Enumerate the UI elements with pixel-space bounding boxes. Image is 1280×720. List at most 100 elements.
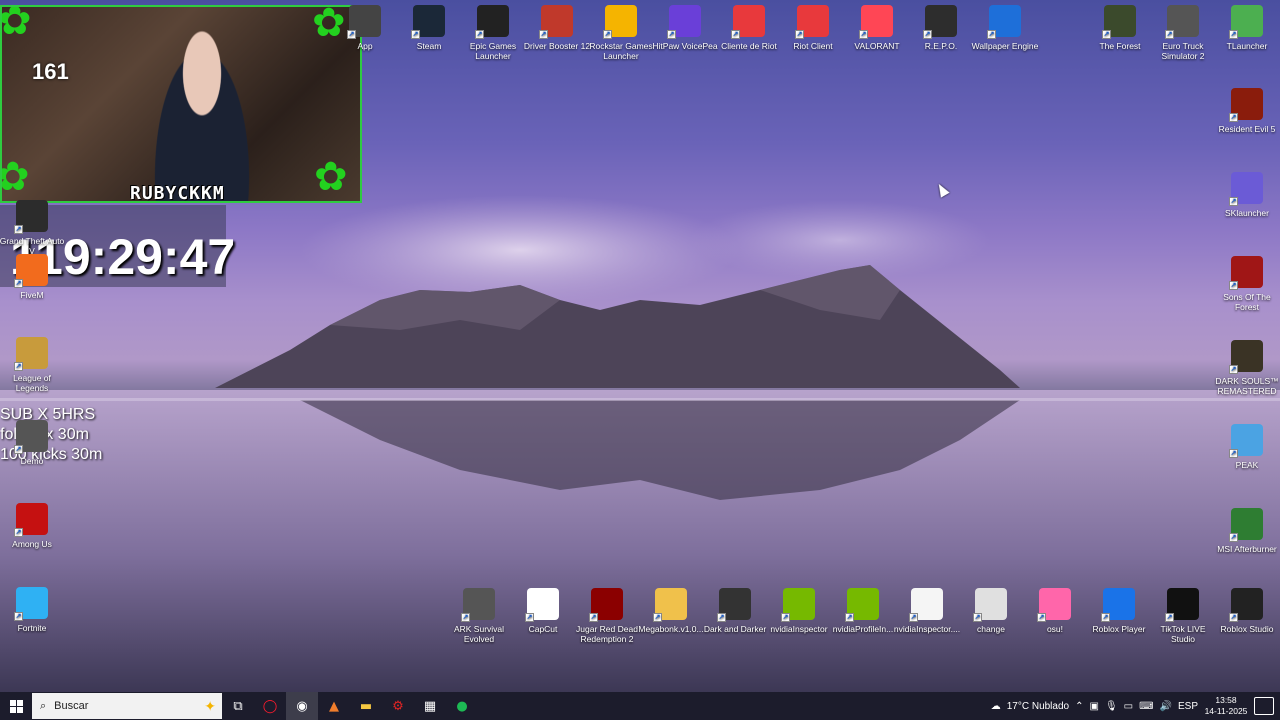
shortcut-arrow-icon: ↗ [525,613,534,622]
desktop-shortcut-label: League of Legends [13,373,51,393]
desktop-shortcut[interactable]: ↗ Wallpaper Engine [970,5,1040,51]
valorant-icon: ↗ [859,5,893,39]
desktop-shortcut[interactable]: ↗ The Forest [1085,5,1155,51]
taskbar-app-store[interactable]: ▦ [414,692,446,720]
desktop-shortcut-label: Rockstar Games Launcher [589,41,653,61]
shortcut-arrow-icon: ↗ [14,445,23,454]
desktop-shortcut-label: Resident Evil 5 [1218,124,1276,134]
app-icon: ▲ [329,698,339,714]
desktop-shortcut[interactable]: ↗ FiveM [0,254,67,300]
task-view-button[interactable]: ⧉ [222,692,254,720]
desktop-shortcut-label: nvidiaInspector [770,624,828,634]
microphone-icon[interactable]: 🎙 [1105,701,1118,712]
desktop-shortcut[interactable]: ↗ Sons Of The Forest [1212,256,1280,312]
shortcut-arrow-icon: ↗ [411,30,420,39]
network-icon[interactable]: ⌨ [1139,701,1153,712]
desktop-shortcut[interactable]: ↗ Steam [394,5,464,51]
desktop-shortcut[interactable]: ↗ Among Us [0,503,67,549]
desktop-shortcut-label: Roblox Studio [1220,624,1274,634]
taskbar-app-generic[interactable]: ▲ [318,692,350,720]
darksouls-icon: ↗ [1229,340,1263,374]
notification-center-icon[interactable] [1254,697,1274,715]
desktop-shortcut-label: Euro Truck Simulator 2 [1161,41,1205,61]
shortcut-arrow-icon: ↗ [781,613,790,622]
desktop-shortcut-label: TikTok LIVE Studio [1160,624,1206,644]
desktop-shortcut[interactable]: ↗ PEAK [1212,424,1280,470]
shortcut-arrow-icon: ↗ [923,30,932,39]
desktop-shortcut[interactable]: ↗ Roblox Player [1084,588,1154,634]
desktop-shortcut[interactable]: ↗ CapCut [508,588,578,634]
desktop-shortcut[interactable]: ↗ DARK SOULS™ REMASTERED [1212,340,1280,396]
app-icon: ↗ [347,5,381,39]
desktop-shortcut[interactable]: ↗ TLauncher [1212,5,1280,51]
tray-app-icon[interactable]: ▣ [1089,701,1098,712]
shortcut-arrow-icon: ↗ [1229,533,1238,542]
desktop-shortcut[interactable]: ↗ Roblox Studio [1212,588,1280,634]
desktop-shortcut[interactable]: ↗ nvidiaProfileIn... [828,588,898,634]
desktop-shortcut[interactable]: ↗ ARK Survival Evolved [444,588,514,644]
desktop-shortcut[interactable]: ↗ Riot Client [778,5,848,51]
file-icon: ↗ [909,588,943,622]
taskbar-search[interactable]: ⌕ Buscar ✦ [32,693,222,719]
desktop-shortcut[interactable]: ↗ nvidiaInspector.... [892,588,962,634]
desktop-shortcut[interactable]: ↗ change [956,588,1026,634]
desktop-shortcut[interactable]: ↗ Demo [0,420,67,466]
start-button[interactable] [0,692,32,720]
taskbar-app-file-explorer[interactable]: ▬ [350,692,382,720]
desktop-shortcut[interactable]: ↗ Megabonk.v1.0... [636,588,706,634]
shortcut-arrow-icon: ↗ [1229,30,1238,39]
volume-icon[interactable]: 🔊 [1160,701,1172,712]
shortcut-arrow-icon: ↗ [653,613,662,622]
shortcut-arrow-icon: ↗ [795,30,804,39]
display-icon[interactable]: ▭ [1124,701,1133,712]
desktop-shortcut[interactable]: ↗ HitPaw VoicePea [650,5,720,51]
opera-icon: ◯ [262,698,278,714]
desktop-shortcut[interactable]: ↗ Jugar Red Dead Redemption 2 [572,588,642,644]
clock-date: 14-11-2025 [1204,706,1248,716]
tray-overflow-icon[interactable]: ⌃ [1075,701,1083,712]
desktop-shortcut[interactable]: ↗ App [330,5,400,51]
taskbar-app-spotify[interactable]: ● [446,692,478,720]
cannabis-leaf-icon: ✿ [2,157,30,197]
cannabis-leaf-icon: ✿ [0,5,32,44]
shortcut-arrow-icon: ↗ [1229,197,1238,206]
desktop-shortcut[interactable]: ↗ SKlauncher [1212,172,1280,218]
desktop-shortcut[interactable]: ↗ TikTok LIVE Studio [1148,588,1218,644]
desktop-shortcut[interactable]: ↗ Epic Games Launcher [458,5,528,61]
epic-icon: ↗ [475,5,509,39]
language-indicator[interactable]: ESP [1178,701,1198,712]
capcut-icon: ↗ [525,588,559,622]
shortcut-arrow-icon: ↗ [845,613,854,622]
desktop-shortcut[interactable]: ↗ Driver Booster 12 [522,5,592,51]
desktop-shortcut[interactable]: ↗ MSI Afterburner [1212,508,1280,554]
desktop-shortcut-label: VALORANT [854,41,900,51]
webcam-overlay: ✿ ✿ ✿ ✿ 161 RUBYCKKM [0,5,362,203]
desktop-shortcut[interactable]: ↗ R.E.P.O. [906,5,976,51]
taskbar-app-driver-booster[interactable]: ⚙ [382,692,414,720]
desktop-shortcut-label: nvidiaInspector.... [893,624,961,634]
peak-icon: ↗ [1229,424,1263,458]
re5-icon: ↗ [1229,88,1263,122]
desktop-shortcut[interactable]: ↗ Fortnite [0,587,67,633]
shortcut-arrow-icon: ↗ [1165,30,1174,39]
taskbar-app-obs[interactable]: ◉ [286,692,318,720]
desktop-shortcut[interactable]: ↗ League of Legends [0,337,67,393]
desktop-shortcut-label: PEAK [1235,460,1259,470]
desktop-shortcut[interactable]: ↗ Grand Theft Auto V [0,200,67,256]
demo-icon: ↗ [14,420,48,454]
desktop-shortcut[interactable]: ↗ Euro Truck Simulator 2 [1148,5,1218,61]
desktop-shortcut[interactable]: ↗ Rockstar Games Launcher [586,5,656,61]
desktop-shortcut-label: App [357,41,373,51]
desktop-shortcut-label: MSI Afterburner [1217,544,1277,554]
desktop-shortcut[interactable]: ↗ VALORANT [842,5,912,51]
clock[interactable]: 13:58 14-11-2025 [1204,695,1248,717]
desktop-shortcut[interactable]: ↗ Dark and Darker [700,588,770,634]
desktop-shortcut[interactable]: ↗ nvidiaInspector [764,588,834,634]
taskbar-app-opera[interactable]: ◯ [254,692,286,720]
weather-text[interactable]: 17°C Nublado [1007,701,1069,712]
desktop-shortcut[interactable]: ↗ osu! [1020,588,1090,634]
desktop-shortcut[interactable]: ↗ Cliente de Riot [714,5,784,51]
shortcut-arrow-icon: ↗ [909,613,918,622]
dark-darker-icon: ↗ [717,588,751,622]
desktop-shortcut[interactable]: ↗ Resident Evil 5 [1212,88,1280,134]
